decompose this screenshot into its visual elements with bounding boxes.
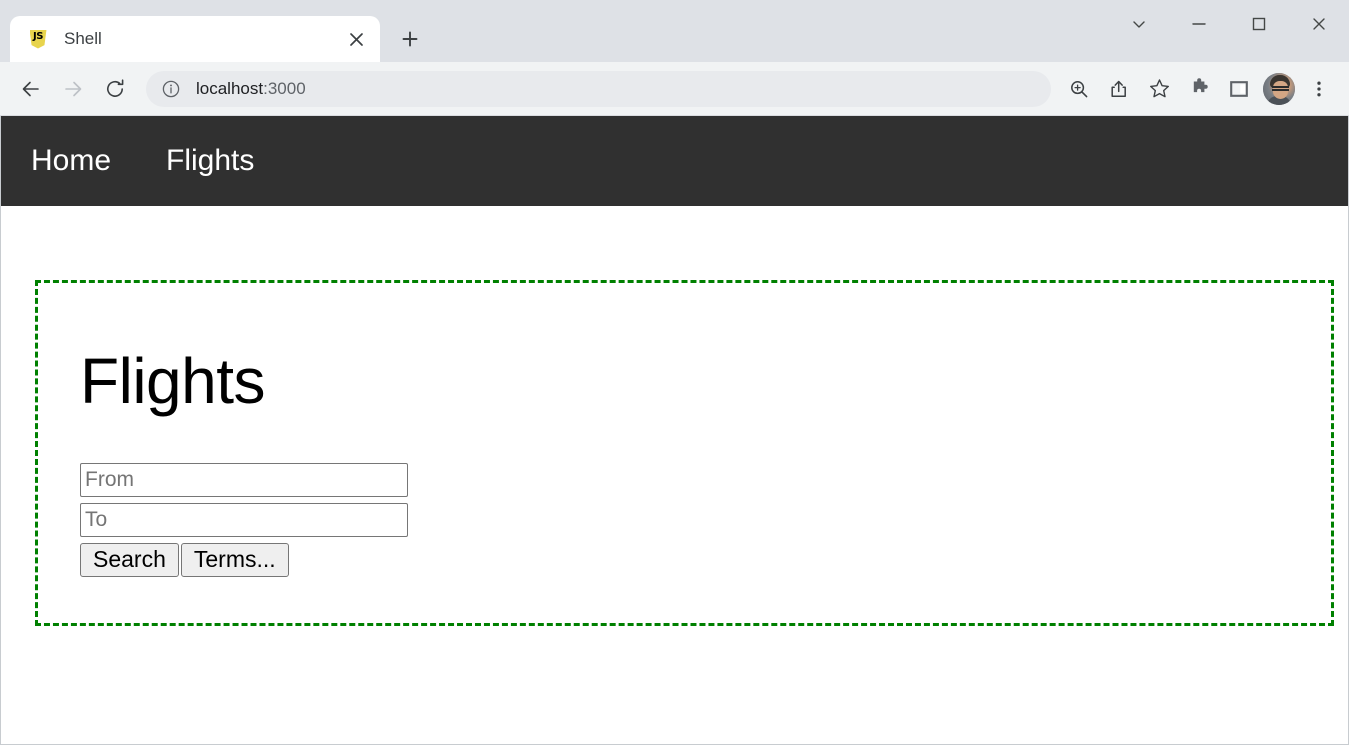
page-viewport: Home Flights Flights Search Terms...: [0, 116, 1349, 745]
maximize-button[interactable]: [1229, 4, 1289, 44]
back-button[interactable]: [10, 68, 52, 110]
side-panel-icon[interactable]: [1219, 69, 1259, 109]
forward-button[interactable]: [52, 68, 94, 110]
browser-window: JS Shell localhost:3000 Home Flights Fli…: [0, 0, 1349, 745]
page-title: Flights: [80, 345, 266, 417]
from-input[interactable]: [80, 463, 408, 497]
flight-search-form: Search Terms...: [80, 463, 1331, 577]
tab-title: Shell: [64, 29, 102, 48]
window-controls: [1109, 0, 1349, 62]
tab-strip: JS Shell: [0, 0, 1109, 62]
info-circle-icon[interactable]: [160, 78, 182, 100]
page-body: Flights Search Terms...: [1, 206, 1348, 744]
tab-close-icon[interactable]: [342, 25, 370, 53]
search-button[interactable]: Search: [80, 543, 179, 577]
nav-link-flights[interactable]: Flights: [166, 144, 254, 178]
to-input[interactable]: [80, 503, 408, 537]
js-logo-icon: JS: [28, 29, 48, 49]
browser-tab-shell[interactable]: JS Shell: [10, 16, 380, 62]
puzzle-piece-icon[interactable]: [1179, 69, 1219, 109]
title-bar: JS Shell: [0, 0, 1349, 62]
flights-frame-container: Flights Search Terms...: [35, 280, 1334, 626]
address-bar[interactable]: localhost:3000: [146, 70, 1051, 107]
toolbar-icon-group: [1059, 69, 1339, 109]
zoom-in-icon[interactable]: [1059, 69, 1099, 109]
avatar-photo[interactable]: [1263, 72, 1295, 105]
address-bar-text: localhost:3000: [196, 79, 306, 99]
url-port: :3000: [263, 78, 306, 98]
close-window-button[interactable]: [1289, 4, 1349, 44]
star-icon[interactable]: [1139, 69, 1179, 109]
url-host: localhost: [196, 78, 264, 98]
form-button-row: Search Terms...: [80, 543, 1331, 577]
three-dot-menu-icon[interactable]: [1299, 69, 1339, 109]
browser-toolbar: localhost:3000: [0, 62, 1349, 116]
share-icon[interactable]: [1099, 69, 1139, 109]
minimize-button[interactable]: [1169, 4, 1229, 44]
avatar[interactable]: [1259, 69, 1299, 109]
new-tab-button[interactable]: [392, 21, 428, 57]
tab-search-button[interactable]: [1109, 4, 1169, 44]
nav-link-home[interactable]: Home: [31, 144, 111, 178]
terms-button[interactable]: Terms...: [180, 543, 289, 577]
site-navigation-bar: Home Flights: [1, 116, 1348, 206]
reload-button[interactable]: [94, 68, 136, 110]
